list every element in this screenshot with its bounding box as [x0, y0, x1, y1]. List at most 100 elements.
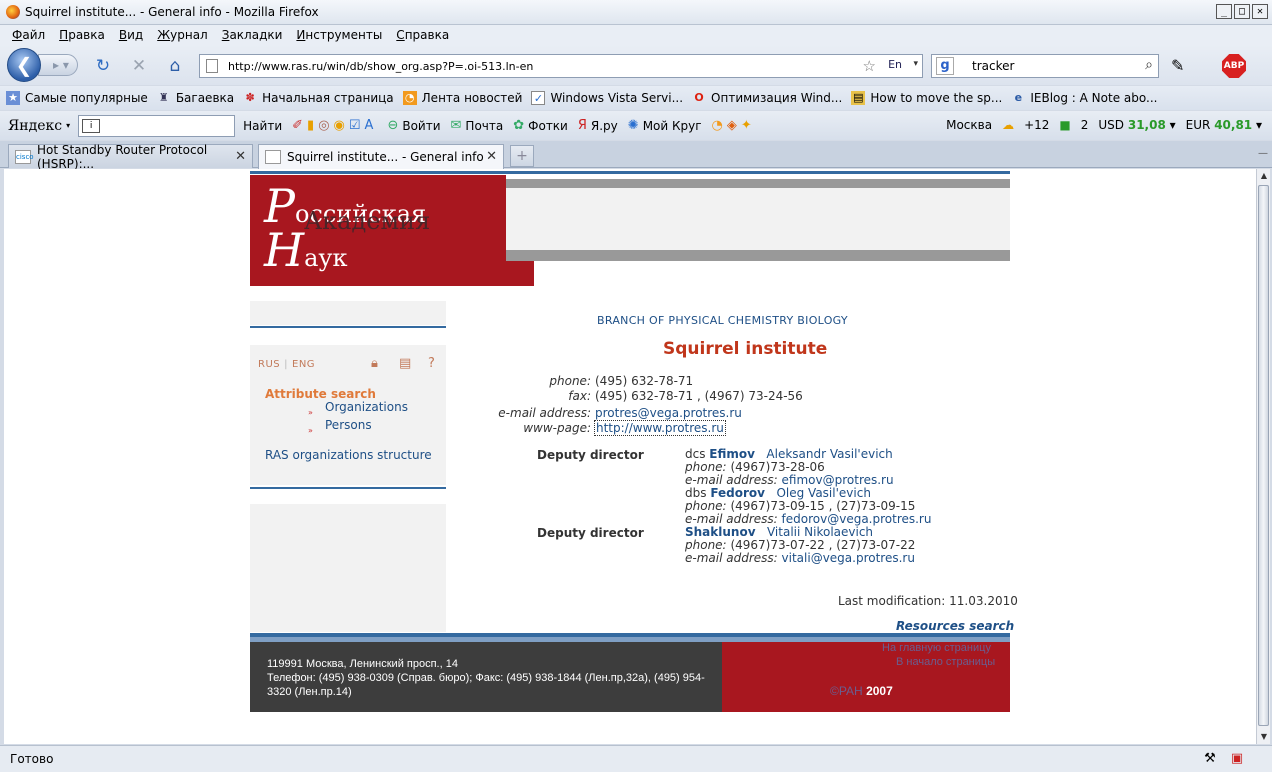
ras-logo[interactable]: Российская Академия Наук — [250, 175, 506, 286]
usd-rate[interactable]: USD 31,08 ▾ — [1098, 118, 1175, 132]
start-page-icon: ✽ — [245, 91, 255, 104]
yandex-mail-button[interactable]: ✉ Почта — [451, 118, 504, 133]
tab-squirrel-institute[interactable]: Squirrel institute... - General info ✕ — [258, 144, 504, 169]
search-input[interactable] — [958, 59, 1128, 73]
sidebar-link-ras-structure[interactable]: RAS organizations structure — [265, 448, 432, 462]
yandex-logo[interactable]: Яндекс — [8, 118, 62, 134]
bookmark-item[interactable]: ✓ Windows Vista Servi... — [531, 91, 683, 105]
vertical-scrollbar[interactable]: ▲ ▼ — [1256, 169, 1270, 744]
status-text: Готово — [10, 752, 54, 766]
address-bar[interactable]: ☆ En ▾ — [199, 54, 923, 78]
google-icon[interactable]: g — [936, 57, 954, 75]
bookmark-item[interactable]: ◔ Лента новостей — [402, 91, 522, 105]
menu-edit[interactable]: Правка — [59, 28, 105, 42]
check-icon: ☑ — [348, 118, 361, 133]
title-bar: Squirrel institute... - General info - M… — [0, 0, 1272, 25]
menu-history[interactable]: Журнал — [157, 28, 208, 42]
footer-home-link[interactable]: На главную страницу — [882, 642, 991, 654]
notifications-count[interactable]: 2 — [1081, 118, 1089, 132]
sidebar-link-persons[interactable]: Persons — [325, 418, 372, 432]
tab-bar: cisco Hot Standby Router Protocol (HSRP)… — [0, 141, 1272, 171]
person-name-link[interactable]: Shaklunov — [685, 525, 756, 539]
info-www-link[interactable]: http://www.protres.ru — [594, 420, 726, 436]
yandex-moikrug-button[interactable]: ✺ Мой Круг — [628, 118, 702, 133]
lang-rus-link[interactable]: RUS — [258, 359, 280, 370]
search-bar[interactable]: g ⌕ — [931, 54, 1159, 78]
status-bar: Готово ⚒ ▣ — [0, 745, 1272, 772]
bookmark-item[interactable]: ★ Самые популярные — [6, 91, 148, 105]
yandex-input-icon: i — [82, 118, 101, 133]
menu-bookmarks[interactable]: Закладки — [222, 28, 283, 42]
language-badge[interactable]: En — [888, 58, 902, 71]
info-email-link[interactable]: protres@vega.protres.ru — [595, 406, 742, 420]
yandex-yaru-button[interactable]: Я Я.ру — [578, 118, 618, 133]
sidebar-link-organizations[interactable]: Organizations — [325, 400, 408, 414]
resources-search-link[interactable]: Resources search — [896, 619, 1014, 633]
yandex-search-input[interactable]: i — [78, 114, 236, 137]
bookmark-item[interactable]: ▤ How to move the sp... — [851, 91, 1002, 105]
reload-icon[interactable]: ↻ — [93, 56, 113, 76]
url-dropdown-icon[interactable]: ▾ — [913, 59, 918, 69]
yandex-dropdown-icon[interactable]: ▾ — [66, 121, 70, 130]
signal-icon: ▮ — [307, 118, 315, 133]
edit-page-icon[interactable]: ✎ — [1171, 56, 1193, 76]
yandex-tool-icons[interactable]: ✐ ▮ ◎ ◉ ☑ A — [292, 118, 377, 133]
document-icon[interactable]: ▤ — [399, 356, 411, 371]
bookmark-item[interactable]: ✽ Начальная страница — [243, 91, 394, 105]
help-icon[interactable]: ? — [428, 356, 435, 371]
search-icon[interactable]: ⌕ — [1145, 57, 1153, 73]
sidebar-rule — [250, 487, 446, 489]
footer-top-link[interactable]: В начало страницы — [896, 656, 995, 668]
person-name-link[interactable]: Fedorov — [710, 486, 765, 500]
attribute-search-heading[interactable]: Attribute search — [265, 387, 376, 401]
menu-tools[interactable]: Инструменты — [296, 28, 382, 42]
bookmark-item[interactable]: O Оптимизация Wind... — [692, 91, 842, 105]
new-tab-button[interactable]: + — [510, 145, 534, 167]
menu-view[interactable]: Вид — [119, 28, 143, 42]
home-icon[interactable]: ⌂ — [165, 56, 185, 76]
close-tab-icon[interactable]: ✕ — [235, 149, 246, 164]
menu-file[interactable]: Файл — [12, 28, 45, 42]
minimize-button[interactable]: _ — [1216, 4, 1232, 19]
city-label[interactable]: Москва — [946, 118, 992, 132]
back-button[interactable]: ❮ — [7, 48, 41, 82]
bookmark-item[interactable]: ♜ Багаевка — [157, 91, 234, 105]
person-email-link[interactable]: efimov@protres.ru — [782, 473, 894, 487]
stop-icon[interactable]: ✕ — [129, 56, 149, 76]
close-tab-icon[interactable]: ✕ — [486, 149, 497, 164]
forward-button[interactable]: ▸ ▾ — [38, 54, 78, 76]
sidebar-top-box — [250, 301, 446, 325]
lang-eng-link[interactable]: ENG — [292, 359, 315, 370]
bookmark-star-icon[interactable]: ☆ — [863, 57, 876, 75]
tab-hsrp[interactable]: cisco Hot Standby Router Protocol (HSRP)… — [8, 143, 253, 171]
yandex-photos-button[interactable]: ✿ Фотки — [513, 118, 568, 133]
role-label: Deputy director — [537, 526, 644, 540]
lock-icon[interactable]: 🔒︎ — [371, 356, 378, 371]
bookmark-item[interactable]: e IEBlog : A Note abo... — [1011, 91, 1158, 105]
scroll-down-icon[interactable]: ▼ — [1258, 730, 1270, 744]
person-name-link[interactable]: Efimov — [709, 447, 755, 461]
menu-help[interactable]: Справка — [396, 28, 449, 42]
person-email-link[interactable]: vitali@vega.protres.ru — [782, 551, 915, 565]
person-email-link[interactable]: fedorov@vega.protres.ru — [782, 512, 932, 526]
addon-icon[interactable]: ▣ — [1228, 751, 1246, 767]
temperature[interactable]: +12 — [1024, 118, 1049, 132]
close-window-button[interactable]: ✕ — [1252, 4, 1268, 19]
tab-list-icon[interactable]: — — [1258, 148, 1268, 159]
role-label: Deputy director — [537, 448, 644, 462]
yandex-login-button[interactable]: ⊖ Войти — [387, 118, 440, 133]
scroll-thumb[interactable] — [1258, 185, 1269, 726]
yandex-find-button[interactable]: Найти — [243, 119, 282, 133]
adblock-icon[interactable]: ABP — [1222, 54, 1246, 78]
tools-icon[interactable]: ⚒ — [1201, 751, 1219, 767]
sov-icon: ◎ — [318, 118, 330, 133]
scroll-up-icon[interactable]: ▲ — [1258, 169, 1270, 183]
maximize-button[interactable]: □ — [1234, 4, 1250, 19]
eur-rate[interactable]: EUR 40,81 ▾ — [1186, 118, 1262, 132]
yaru-icon: Я — [577, 118, 587, 133]
url-input[interactable] — [228, 59, 848, 73]
yandex-extra-icons[interactable]: ◔ ◈ ✦ — [712, 118, 756, 133]
feed-icon: ◔ — [711, 118, 723, 133]
pen-icon: ✐ — [292, 118, 304, 133]
navigation-toolbar: ▸ ▾ ❮ ↻ ✕ ⌂ ☆ En ▾ g ⌕ ✎ ABP — [0, 45, 1272, 85]
